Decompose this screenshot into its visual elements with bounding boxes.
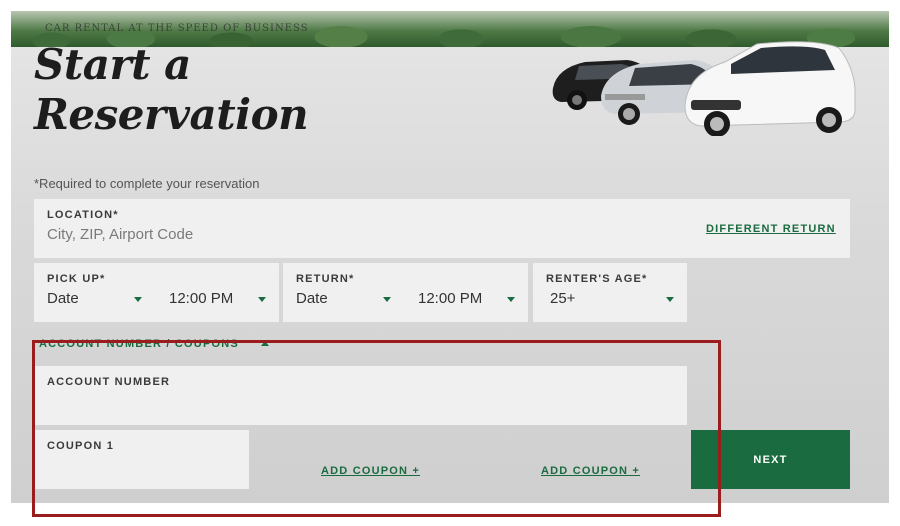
account-number-field[interactable]: ACCOUNT NUMBER — [34, 366, 687, 425]
pickup-label: PICK UP* — [47, 273, 106, 285]
chevron-down-icon[interactable] — [666, 297, 674, 302]
pickup-time-select[interactable]: 12:00 PM — [169, 290, 233, 307]
add-coupon-link-1[interactable]: ADD COUPON + — [321, 465, 420, 477]
account-number-label: ACCOUNT NUMBER — [47, 376, 171, 388]
coupon-1-label: COUPON 1 — [47, 440, 115, 452]
page-title-line2: Reservation — [34, 90, 309, 139]
renter-age-label: RENTER'S AGE* — [546, 273, 648, 285]
return-date-select[interactable]: Date — [296, 290, 328, 307]
chevron-down-icon[interactable] — [507, 297, 515, 302]
account-coupons-toggle[interactable]: ACCOUNT NUMBER / COUPONS — [39, 338, 239, 350]
different-return-link[interactable]: DIFFERENT RETURN — [706, 223, 836, 235]
pickup-field: PICK UP* Date 12:00 PM — [34, 263, 279, 322]
renter-age-select[interactable]: 25+ — [550, 290, 575, 307]
banner-tagline: CAR RENTAL AT THE SPEED OF BUSINESS — [45, 23, 309, 34]
location-field[interactable]: LOCATION* City, ZIP, Airport Code DIFFER… — [34, 199, 850, 258]
chevron-down-icon[interactable] — [258, 297, 266, 302]
location-placeholder[interactable]: City, ZIP, Airport Code — [47, 226, 193, 243]
chevron-down-icon[interactable] — [383, 297, 391, 302]
add-coupon-link-2[interactable]: ADD COUPON + — [541, 465, 640, 477]
chevron-down-icon[interactable] — [134, 297, 142, 302]
return-time-select[interactable]: 12:00 PM — [418, 290, 482, 307]
pickup-date-select[interactable]: Date — [47, 290, 79, 307]
page-title: Start a Reservation — [34, 40, 354, 140]
return-field: RETURN* Date 12:00 PM — [283, 263, 528, 322]
return-label: RETURN* — [296, 273, 355, 285]
required-note: *Required to complete your reservation — [34, 176, 260, 191]
chevron-up-icon[interactable] — [261, 341, 269, 346]
page-title-line1: Start a — [34, 40, 191, 89]
coupon-1-field[interactable]: COUPON 1 — [34, 430, 249, 489]
renter-age-field: RENTER'S AGE* 25+ — [533, 263, 687, 322]
white-suv-image — [684, 41, 856, 136]
location-label: LOCATION* — [47, 209, 119, 221]
next-button[interactable]: NEXT — [691, 430, 850, 489]
cars-illustration — [552, 41, 856, 136]
